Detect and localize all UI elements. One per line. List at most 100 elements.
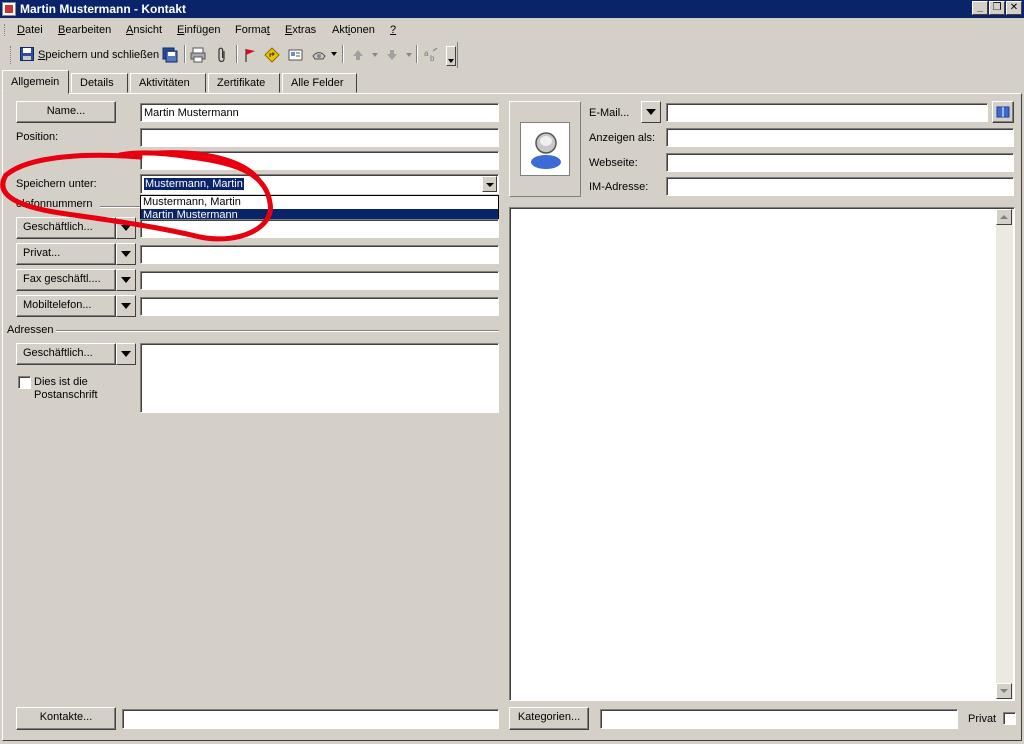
mobile-phone-button[interactable]: Mobiltelefon... — [16, 295, 116, 317]
next-dropdown-arrow[interactable] — [406, 53, 412, 57]
floppy-disk-icon — [20, 47, 34, 61]
full-name-field[interactable]: Martin Mustermann — [140, 103, 499, 122]
save-as-label: Speichern unter: — [16, 178, 97, 190]
fax-business-field[interactable] — [140, 271, 499, 290]
email-field[interactable] — [666, 103, 988, 122]
menu-aktionen[interactable]: Aktionen — [332, 24, 375, 36]
im-address-label: IM-Adresse: — [589, 181, 649, 193]
tab-allgemein[interactable]: Allgemein — [2, 70, 69, 94]
name-button[interactable]: Name... — [16, 101, 116, 123]
private-checkbox[interactable] — [1003, 712, 1016, 725]
svg-text:a: a — [424, 49, 429, 58]
address-section-label: Adressen — [7, 324, 54, 336]
categories-button[interactable]: Kategorien... — [509, 707, 589, 730]
menu-help[interactable]: ? — [390, 24, 396, 36]
dial-dropdown-arrow[interactable] — [331, 52, 337, 56]
address-book-button[interactable] — [992, 101, 1014, 123]
mobile-phone-field[interactable] — [140, 297, 499, 316]
menu-ansicht[interactable]: Ansicht — [126, 24, 162, 36]
toolbar-options-button[interactable] — [446, 46, 456, 66]
display-as-label: Anzeigen als: — [589, 132, 656, 144]
save-as-option[interactable]: Mustermann, Martin — [141, 196, 498, 209]
fax-business-button[interactable]: Fax geschäftl.... — [16, 269, 116, 291]
menu-format[interactable]: Format — [235, 24, 270, 36]
phone-section-divider — [100, 206, 140, 208]
phone-home-dropdown[interactable] — [116, 243, 136, 265]
im-address-field[interactable] — [666, 177, 1014, 196]
previous-item-icon[interactable] — [350, 47, 366, 63]
private-label: Privat — [968, 713, 997, 725]
toolbar-grip[interactable] — [10, 46, 13, 64]
close-button[interactable]: ✕ — [1006, 1, 1022, 15]
website-field[interactable] — [666, 153, 1014, 172]
restore-button[interactable]: ❐ — [989, 1, 1005, 15]
toolbar-separator — [416, 45, 418, 63]
menu-grip[interactable] — [4, 24, 7, 36]
contact-app-icon[interactable] — [2, 2, 16, 16]
tab-aktivitaeten[interactable]: Aktivitäten — [130, 73, 206, 93]
window-title: Martin Mustermann - Kontakt — [20, 2, 187, 16]
print-icon[interactable] — [190, 47, 206, 63]
save-as-combobox[interactable]: Mustermann, Martin — [140, 174, 499, 194]
address-business-dropdown[interactable] — [116, 343, 136, 365]
scroll-down-button[interactable] — [996, 683, 1012, 699]
save-copy-icon[interactable] — [162, 47, 178, 63]
toolbar-separator — [184, 45, 186, 63]
minimize-button[interactable]: _ — [972, 1, 988, 15]
save-and-close-button[interactable]: Speichern und schließen — [18, 45, 159, 65]
contact-picture-frame — [509, 101, 581, 197]
standard-toolbar: Speichern und schließen a b — [8, 42, 458, 68]
address-textarea[interactable] — [140, 343, 499, 413]
email-dropdown[interactable] — [641, 101, 661, 123]
next-item-icon[interactable] — [384, 47, 400, 63]
contacts-field[interactable] — [122, 709, 499, 729]
previous-dropdown-arrow[interactable] — [372, 53, 378, 57]
scroll-up-button[interactable] — [996, 209, 1012, 225]
save-as-dropdown-button[interactable] — [482, 176, 497, 192]
postal-address-label: Dies ist die Postanschrift — [34, 376, 98, 401]
contacts-button[interactable]: Kontakte... — [16, 707, 116, 730]
tab-zertifikate[interactable]: Zertifikate — [208, 73, 280, 93]
mobile-phone-dropdown[interactable] — [116, 295, 136, 317]
tab-details[interactable]: Details — [71, 73, 128, 93]
toolbar-separator — [342, 45, 344, 63]
phone-business-field[interactable] — [140, 219, 499, 238]
department-field[interactable] — [140, 151, 499, 170]
phone-business-dropdown[interactable] — [116, 217, 136, 239]
tab-alle-felder[interactable]: Alle Felder — [282, 73, 357, 93]
website-label: Webseite: — [589, 157, 638, 169]
paperclip-icon[interactable] — [214, 47, 230, 63]
phone-business-button[interactable]: Geschäftlich... — [16, 217, 116, 239]
position-label: Position: — [16, 131, 59, 143]
menu-datei[interactable]: Datei — [17, 24, 43, 36]
notes-scrollbar[interactable] — [996, 209, 1013, 699]
contact-card-icon[interactable] — [288, 47, 304, 63]
categories-field[interactable] — [600, 709, 958, 729]
address-book-icon — [996, 106, 1010, 118]
address-business-button[interactable]: Geschäftlich... — [16, 343, 116, 365]
contact-person-icon — [531, 132, 561, 169]
notes-textarea[interactable] — [509, 207, 1015, 701]
save-as-selected-text: Mustermann, Martin — [144, 178, 244, 190]
fax-business-dropdown[interactable] — [116, 269, 136, 291]
email-button-label[interactable]: E-Mail... — [589, 107, 629, 119]
menu-extras[interactable]: Extras — [285, 24, 316, 36]
title-bar: Martin Mustermann - Kontakt _ ❐ ✕ — [0, 0, 1024, 18]
toolbar-separator — [236, 45, 238, 63]
postal-address-checkbox[interactable] — [18, 376, 31, 389]
phone-section-label: elefonnummern — [16, 198, 93, 210]
menu-bearbeiten[interactable]: Bearbeiten — [58, 24, 111, 36]
check-names-icon[interactable]: a b — [424, 47, 440, 63]
contact-picture-button[interactable] — [520, 122, 570, 176]
phone-home-button[interactable]: Privat... — [16, 243, 116, 265]
address-section-divider — [56, 330, 499, 332]
svg-text:b: b — [430, 54, 435, 63]
menu-einfuegen[interactable]: Einfügen — [177, 24, 220, 36]
map-address-icon[interactable] — [264, 47, 280, 63]
follow-up-flag-icon[interactable] — [242, 47, 258, 63]
dial-phone-icon[interactable] — [311, 47, 327, 63]
position-field[interactable] — [140, 128, 499, 147]
display-as-field[interactable] — [666, 128, 1014, 147]
phone-home-field[interactable] — [140, 245, 499, 264]
menu-bar: Datei Bearbeiten Ansicht Einfügen Format… — [0, 19, 1024, 41]
